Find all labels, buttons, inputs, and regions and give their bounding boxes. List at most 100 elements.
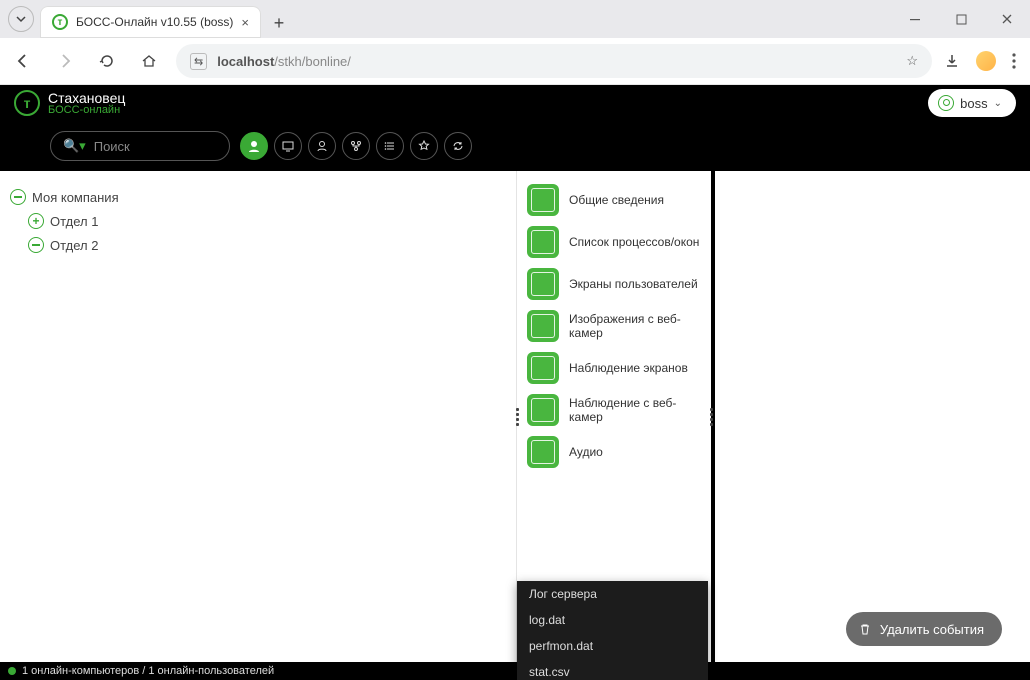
hierarchy-icon [349, 139, 363, 153]
trash-icon [858, 622, 872, 636]
tree-node-label: Отдел 2 [50, 238, 98, 253]
close-icon [1001, 13, 1013, 25]
menu-webcam-images[interactable]: Изображения с веб-камер [517, 305, 711, 347]
delete-events-label: Удалить события [880, 622, 984, 637]
arrow-right-icon [57, 53, 73, 69]
menu-label: Аудио [569, 445, 603, 459]
bookmark-star-button[interactable]: ☆ [906, 53, 918, 69]
ctx-log-dat[interactable]: log.dat [517, 607, 708, 633]
app-toolbar: 🔍▾ Поиск [0, 121, 1030, 171]
nav-home-button[interactable] [134, 46, 164, 76]
menu-processes[interactable]: Список процессов/окон [517, 221, 711, 263]
browser-toolbar: ⇆ localhost/stkh/bonline/ ☆ [0, 38, 1030, 85]
new-tab-button[interactable]: + [267, 13, 291, 38]
star-icon [417, 139, 431, 153]
site-info-icon[interactable]: ⇆ [190, 53, 207, 70]
org-tree: Моя компания Отдел 1 Отдел 2 [0, 171, 517, 662]
screen-watch-icon [527, 352, 559, 384]
toolbar-person-button[interactable] [308, 132, 336, 160]
nav-forward-button[interactable] [50, 46, 80, 76]
nav-back-button[interactable] [8, 46, 38, 76]
refresh-icon [451, 139, 465, 153]
content-panel: Удалить события [715, 171, 1030, 662]
brand-subtitle: БОСС-онлайн [48, 105, 125, 116]
brand-logo-icon: т [14, 90, 40, 116]
menu-label: Наблюдение с веб-камер [569, 396, 701, 424]
monitor-icon [281, 139, 295, 153]
search-placeholder: Поиск [94, 139, 130, 154]
maximize-icon [956, 14, 967, 25]
window-close-button[interactable] [984, 0, 1030, 38]
profile-avatar[interactable] [976, 51, 996, 71]
user-icon [938, 95, 954, 111]
menu-watch-screens[interactable]: Наблюдение экранов [517, 347, 711, 389]
status-dot-icon [8, 667, 16, 675]
reload-icon [99, 53, 115, 69]
tree-node-label: Отдел 1 [50, 214, 98, 229]
tree-node-dept2[interactable]: Отдел 2 [8, 233, 508, 257]
webcam-image-icon [527, 310, 559, 342]
audio-icon [527, 436, 559, 468]
ctx-log-server[interactable]: Лог сервера [517, 581, 708, 607]
kebab-icon [1012, 53, 1016, 69]
ctx-stat-csv[interactable]: stat.csv [517, 659, 708, 680]
menu-label: Общие сведения [569, 193, 664, 207]
menu-label: Наблюдение экранов [569, 361, 688, 375]
browser-menu-button[interactable] [1012, 53, 1016, 69]
admin-context-menu: Лог сервера log.dat perfmon.dat stat.csv… [517, 581, 708, 680]
toolbar-list-button[interactable] [376, 132, 404, 160]
nav-reload-button[interactable] [92, 46, 122, 76]
info-card-icon [527, 184, 559, 216]
downloads-button[interactable] [944, 53, 960, 69]
address-bar[interactable]: ⇆ localhost/stkh/bonline/ ☆ [176, 44, 932, 78]
user-label: boss [960, 96, 987, 111]
url-path: /stkh/bonline/ [274, 54, 351, 69]
browser-tab[interactable]: т БОСС-Онлайн v10.55 (boss) × [40, 6, 261, 38]
webcam-watch-icon [527, 394, 559, 426]
tree-node-dept1[interactable]: Отдел 1 [8, 209, 508, 233]
menu-label: Список процессов/окон [569, 235, 699, 249]
delete-events-button[interactable]: Удалить события [846, 612, 1002, 646]
menu-audio[interactable]: Аудио [517, 431, 711, 473]
status-text: 1 онлайн-компьютеров / 1 онлайн-пользова… [22, 665, 274, 677]
status-bar: 1 онлайн-компьютеров / 1 онлайн-пользова… [0, 662, 1030, 680]
toolbar-favorite-button[interactable] [410, 132, 438, 160]
menu-screens[interactable]: Экраны пользователей [517, 263, 711, 305]
url-host: localhost [217, 54, 274, 69]
process-list-icon [527, 226, 559, 258]
tab-title: БОСС-Онлайн v10.55 (boss) [76, 15, 233, 29]
toolbar-users-button[interactable] [240, 132, 268, 160]
chevron-down-icon [16, 14, 26, 24]
favicon-icon: т [52, 14, 68, 30]
arrow-left-icon [15, 53, 31, 69]
list-icon [383, 139, 397, 153]
minimize-icon [909, 13, 921, 25]
tab-close-button[interactable]: × [241, 15, 249, 30]
app-header: т Стахановец БОСС-онлайн boss ⌄ [0, 85, 1030, 121]
toolbar-monitor-button[interactable] [274, 132, 302, 160]
toolbar-refresh-button[interactable] [444, 132, 472, 160]
collapse-icon[interactable] [10, 189, 26, 205]
menu-label: Изображения с веб-камер [569, 312, 701, 340]
expand-icon[interactable] [28, 213, 44, 229]
user-solid-icon [247, 139, 261, 153]
ctx-perfmon-dat[interactable]: perfmon.dat [517, 633, 708, 659]
brand-title: Стахановец [48, 91, 125, 105]
person-icon [315, 139, 329, 153]
tree-root[interactable]: Моя компания [8, 185, 508, 209]
user-menu-button[interactable]: boss ⌄ [928, 89, 1016, 117]
tab-search-button[interactable] [8, 6, 34, 32]
chevron-down-icon: ⌄ [994, 98, 1002, 109]
search-input[interactable]: 🔍▾ Поиск [50, 131, 230, 161]
window-maximize-button[interactable] [938, 0, 984, 38]
download-icon [944, 53, 960, 69]
screens-icon [527, 268, 559, 300]
window-minimize-button[interactable] [892, 0, 938, 38]
menu-watch-webcams[interactable]: Наблюдение с веб-камер [517, 389, 711, 431]
toolbar-hierarchy-button[interactable] [342, 132, 370, 160]
collapse-icon[interactable] [28, 237, 44, 253]
tree-root-label: Моя компания [32, 190, 119, 205]
home-icon [141, 53, 157, 69]
menu-general[interactable]: Общие сведения [517, 179, 711, 221]
menu-label: Экраны пользователей [569, 277, 698, 291]
